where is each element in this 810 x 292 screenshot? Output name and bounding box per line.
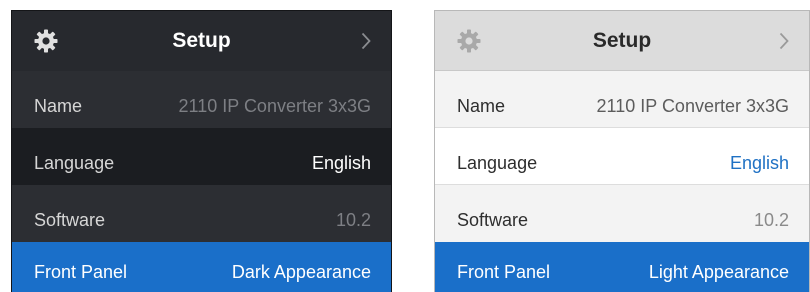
setting-label: Language <box>34 153 115 173</box>
setting-label: Software <box>34 210 106 230</box>
setting-value[interactable]: Light Appearance <box>649 247 789 292</box>
setup-title: Setup <box>172 29 231 52</box>
setting-row-language[interactable]: Language English <box>12 128 391 185</box>
setting-value: 2110 IP Converter 3x3G <box>178 96 371 116</box>
setting-label: Language <box>457 153 538 173</box>
setting-row-language[interactable]: Language English <box>435 128 809 185</box>
setup-header: Setup <box>435 11 809 71</box>
setting-value[interactable]: Dark Appearance <box>232 247 371 292</box>
setup-title: Setup <box>592 29 652 52</box>
setup-header: Setup <box>12 11 391 71</box>
setting-value: 10.2 <box>753 210 789 230</box>
setting-value[interactable]: English <box>312 135 371 192</box>
setup-panel-dark: Setup Name 2110 IP Converter 3x3G Langua… <box>11 10 392 292</box>
setting-label: Front Panel <box>457 262 551 282</box>
setting-value[interactable]: English <box>730 135 789 192</box>
setting-row-software: Software 10.2 <box>435 185 809 242</box>
setting-label: Name <box>457 96 506 116</box>
setting-label: Front Panel <box>34 262 128 282</box>
chevron-right-icon[interactable] <box>779 32 789 50</box>
setting-row-front-panel[interactable]: Front Panel Dark Appearance <box>12 242 391 292</box>
chevron-right-icon[interactable] <box>361 32 371 50</box>
setting-value: 2110 IP Converter 3x3G <box>596 96 789 116</box>
setup-panel-light: Setup Name 2110 IP Converter 3x3G Langua… <box>434 10 810 292</box>
setting-label: Software <box>457 210 529 230</box>
setting-label: Name <box>34 96 83 116</box>
setting-value: 10.2 <box>335 210 371 230</box>
setting-row-software: Software 10.2 <box>12 185 391 242</box>
setting-row-front-panel[interactable]: Front Panel Light Appearance <box>435 242 809 292</box>
setting-row-name[interactable]: Name 2110 IP Converter 3x3G <box>12 71 391 128</box>
setting-row-name[interactable]: Name 2110 IP Converter 3x3G <box>435 71 809 128</box>
